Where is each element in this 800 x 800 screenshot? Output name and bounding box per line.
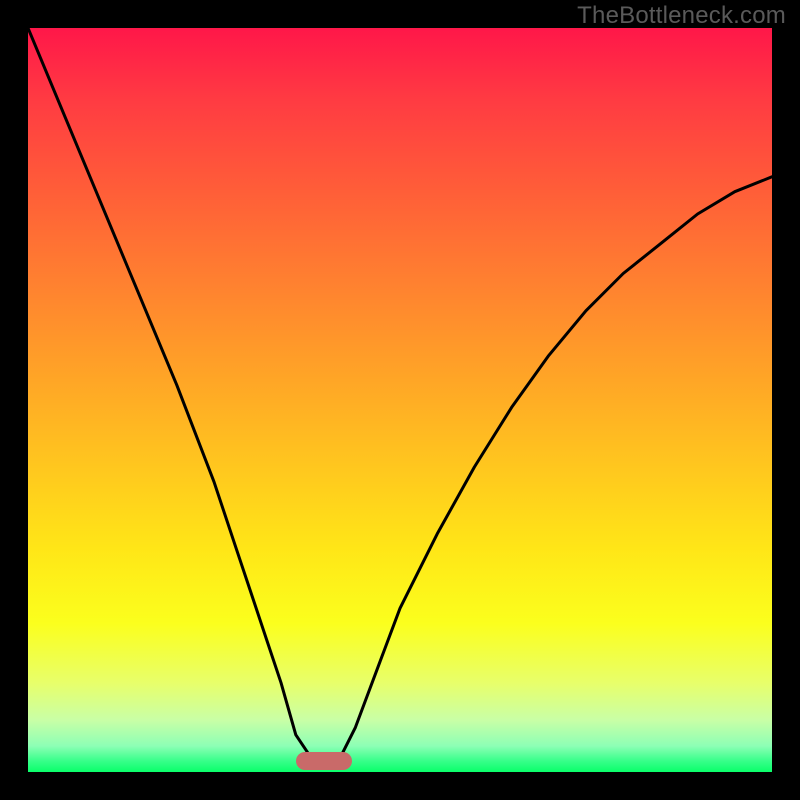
bottleneck-curve: [28, 28, 772, 772]
chart-frame: TheBottleneck.com: [0, 0, 800, 800]
plot-area: [28, 28, 772, 772]
optimal-marker: [296, 752, 352, 770]
watermark-text: TheBottleneck.com: [577, 2, 786, 30]
